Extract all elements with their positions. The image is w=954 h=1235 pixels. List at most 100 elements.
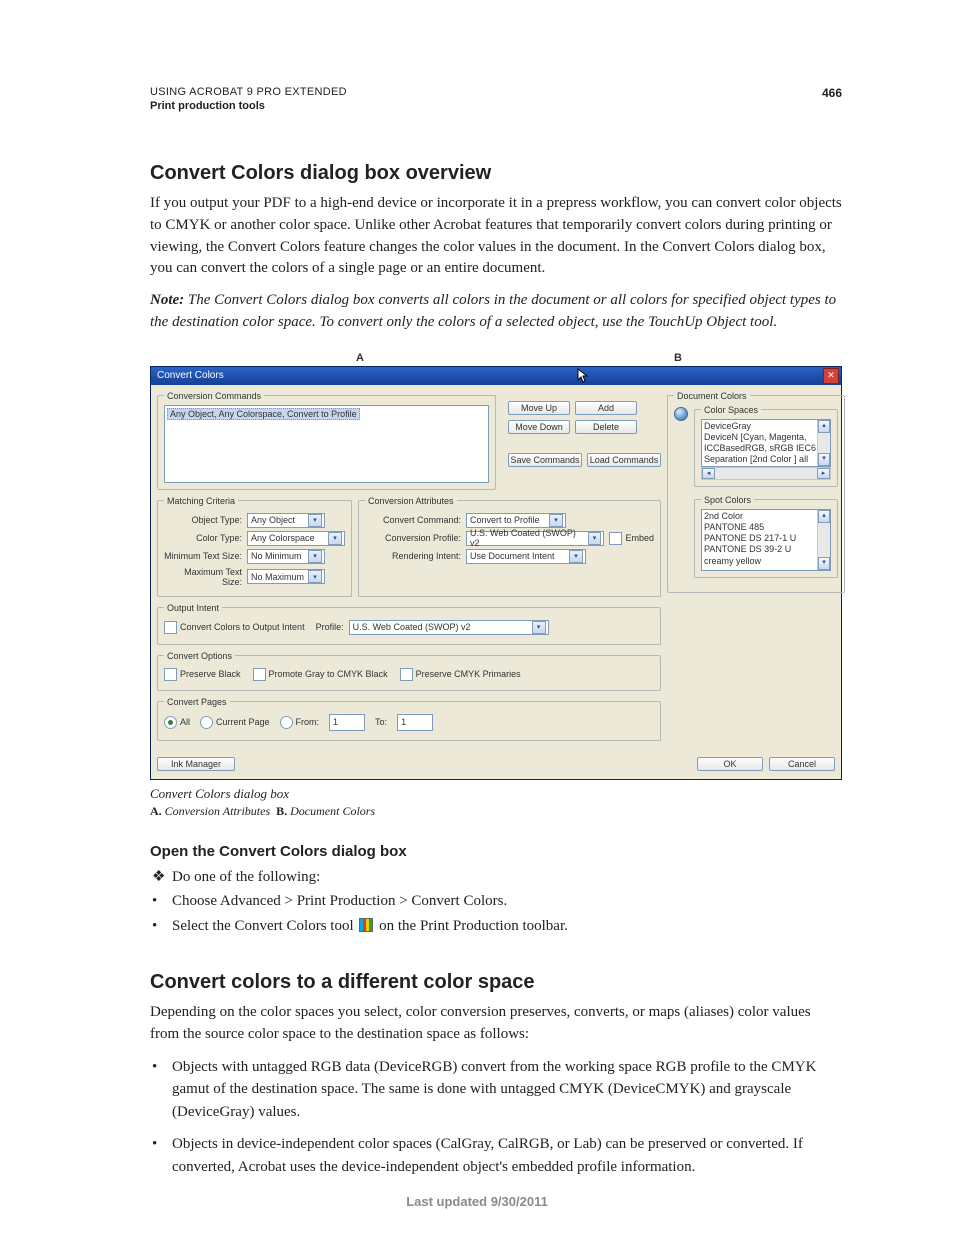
chevron-down-icon: ▾ [328,532,342,545]
conversion-command-item[interactable]: Any Object, Any Colorspace, Convert to P… [167,408,360,420]
color-spaces-group: Color Spaces DeviceGray DeviceN [Cyan, M… [694,405,838,487]
conversion-commands-group: Conversion Commands Any Object, Any Colo… [157,391,496,490]
move-up-button[interactable]: Move Up [508,401,570,415]
list-item[interactable]: creamy yellow [704,556,816,567]
output-intent-profile-select[interactable]: U.S. Web Coated (SWOP) v2▾ [349,620,549,635]
cursor-icon [576,368,590,384]
list-item[interactable]: 2nd Color [704,511,816,522]
lead-bullet: ❖Do one of the following: [150,866,842,889]
bullet-item: •Choose Advanced > Print Production > Co… [150,890,842,913]
color-spaces-legend: Color Spaces [701,405,761,415]
chevron-down-icon: ▾ [588,532,602,545]
pages-all-radio[interactable]: All [164,716,190,729]
promote-gray-checkbox[interactable]: Promote Gray to CMYK Black [253,668,388,681]
convert-to-output-intent-checkbox[interactable]: Convert Colors to Output Intent [164,621,305,634]
scroll-right-icon[interactable]: ▸ [817,468,830,479]
list-item[interactable]: DeviceN [Cyan, Magenta, [704,432,816,443]
ok-button[interactable]: OK [697,757,763,771]
ink-manager-button[interactable]: Ink Manager [157,757,235,771]
conversion-profile-label: Conversion Profile: [365,533,461,543]
min-text-size-select[interactable]: No Minimum▾ [247,549,325,564]
pages-from-radio[interactable]: From: [280,716,320,729]
cancel-button[interactable]: Cancel [769,757,835,771]
preserve-black-checkbox[interactable]: Preserve Black [164,668,241,681]
load-commands-button[interactable]: Load Commands [587,453,661,467]
convert-options-group: Convert Options Preserve Black Promote G… [157,651,661,691]
figure-convert-colors: AB Convert Colors ✕ Conversion Commands … [150,352,842,780]
scroll-down-icon[interactable]: ▾ [818,453,830,466]
scrollbar[interactable]: ▴▾ [817,420,830,466]
matching-criteria-legend: Matching Criteria [164,496,238,506]
overview-paragraph: If you output your PDF to a high-end dev… [150,193,842,280]
object-type-label: Object Type: [164,515,242,525]
bullet-item: •Objects with untagged RGB data (DeviceR… [150,1056,842,1124]
list-item[interactable]: PANTONE DS 217-1 U [704,533,816,544]
figure-caption: Convert Colors dialog box [150,786,842,802]
convert-pages-group: Convert Pages All Current Page From: 1 T… [157,697,661,741]
convert-colors-dialog: Convert Colors ✕ Conversion Commands Any… [150,366,842,780]
scroll-left-icon[interactable]: ◂ [702,468,715,479]
list-item[interactable]: DeviceGray [704,421,816,432]
convert-intro-paragraph: Depending on the color spaces you select… [150,1002,842,1046]
pages-to-label: To: [375,717,387,727]
object-type-select[interactable]: Any Object▾ [247,513,325,528]
last-updated: Last updated 9/30/2011 [0,1194,954,1209]
max-text-size-label: Maximum Text Size: [164,567,242,587]
embed-checkbox[interactable]: Embed [609,532,654,545]
rendering-intent-select[interactable]: Use Document Intent▾ [466,549,586,564]
bullet-item: •Select the Convert Colors tool on the P… [150,915,842,938]
h-scrollbar[interactable]: ◂▸ [701,467,831,480]
running-head: USING ACROBAT 9 PRO EXTENDED [150,86,842,98]
dialog-titlebar: Convert Colors ✕ [151,367,841,385]
chevron-down-icon: ▾ [308,570,322,583]
dialog-title: Convert Colors [157,370,224,381]
save-commands-button[interactable]: Save Commands [508,453,582,467]
list-item[interactable]: PANTONE 485 [704,522,816,533]
scroll-down-icon[interactable]: ▾ [818,557,830,570]
chevron-down-icon: ▾ [308,550,322,563]
close-icon[interactable]: ✕ [823,368,839,384]
scroll-up-icon[interactable]: ▴ [818,420,830,433]
note-text: The Convert Colors dialog box converts a… [150,292,836,330]
output-intent-legend: Output Intent [164,603,222,613]
convert-command-select[interactable]: Convert to Profile▾ [466,513,566,528]
add-button[interactable]: Add [575,401,637,415]
note-label: Note: [150,292,184,308]
heading-convert-colors: Convert colors to a different color spac… [150,971,842,994]
delete-button[interactable]: Delete [575,420,637,434]
callout-b: B [674,352,682,364]
color-spaces-list[interactable]: DeviceGray DeviceN [Cyan, Magenta, ICCBa… [701,419,831,467]
spot-colors-group: Spot Colors 2nd Color PANTONE 485 PANTON… [694,495,838,578]
list-item[interactable]: PANTONE DS 39-2 U [704,544,816,555]
convert-colors-tool-icon [359,918,373,932]
running-section: Print production tools [150,100,842,112]
chevron-down-icon: ▾ [532,621,546,634]
scrollbar[interactable]: ▴▾ [817,510,830,570]
move-down-button[interactable]: Move Down [508,420,570,434]
conversion-commands-list[interactable]: Any Object, Any Colorspace, Convert to P… [164,405,489,483]
conversion-attributes-legend: Conversion Attributes [365,496,457,506]
spot-colors-list[interactable]: 2nd Color PANTONE 485 PANTONE DS 217-1 U… [701,509,831,571]
conversion-profile-select[interactable]: U.S. Web Coated (SWOP) v2▾ [466,531,604,546]
preserve-cmyk-checkbox[interactable]: Preserve CMYK Primaries [400,668,521,681]
document-colors-group: Document Colors Color Spaces DeviceGray … [667,391,845,593]
list-item[interactable]: Separation [2nd Color ] all [704,454,816,465]
max-text-size-select[interactable]: No Maximum▾ [247,569,325,584]
color-type-select[interactable]: Any Colorspace▾ [247,531,345,546]
pages-to-input[interactable]: 1 [397,714,433,731]
color-type-label: Color Type: [164,533,242,543]
rendering-intent-label: Rendering Intent: [365,551,461,561]
document-colors-legend: Document Colors [674,391,750,401]
convert-options-legend: Convert Options [164,651,235,661]
list-item[interactable]: ICCBasedRGB, sRGB IEC6 [704,443,816,454]
bullet-item: •Objects in device-independent color spa… [150,1133,842,1178]
convert-command-label: Convert Command: [365,515,461,525]
conversion-attributes-group: Conversion Attributes Convert Command: Co… [358,496,661,597]
output-intent-group: Output Intent Convert Colors to Output I… [157,603,661,645]
pages-from-input[interactable]: 1 [329,714,365,731]
figure-key: A. Conversion Attributes B. Document Col… [150,804,842,819]
pages-current-radio[interactable]: Current Page [200,716,270,729]
scroll-up-icon[interactable]: ▴ [818,510,830,523]
min-text-size-label: Minimum Text Size: [164,551,242,561]
chevron-down-icon: ▾ [308,514,322,527]
